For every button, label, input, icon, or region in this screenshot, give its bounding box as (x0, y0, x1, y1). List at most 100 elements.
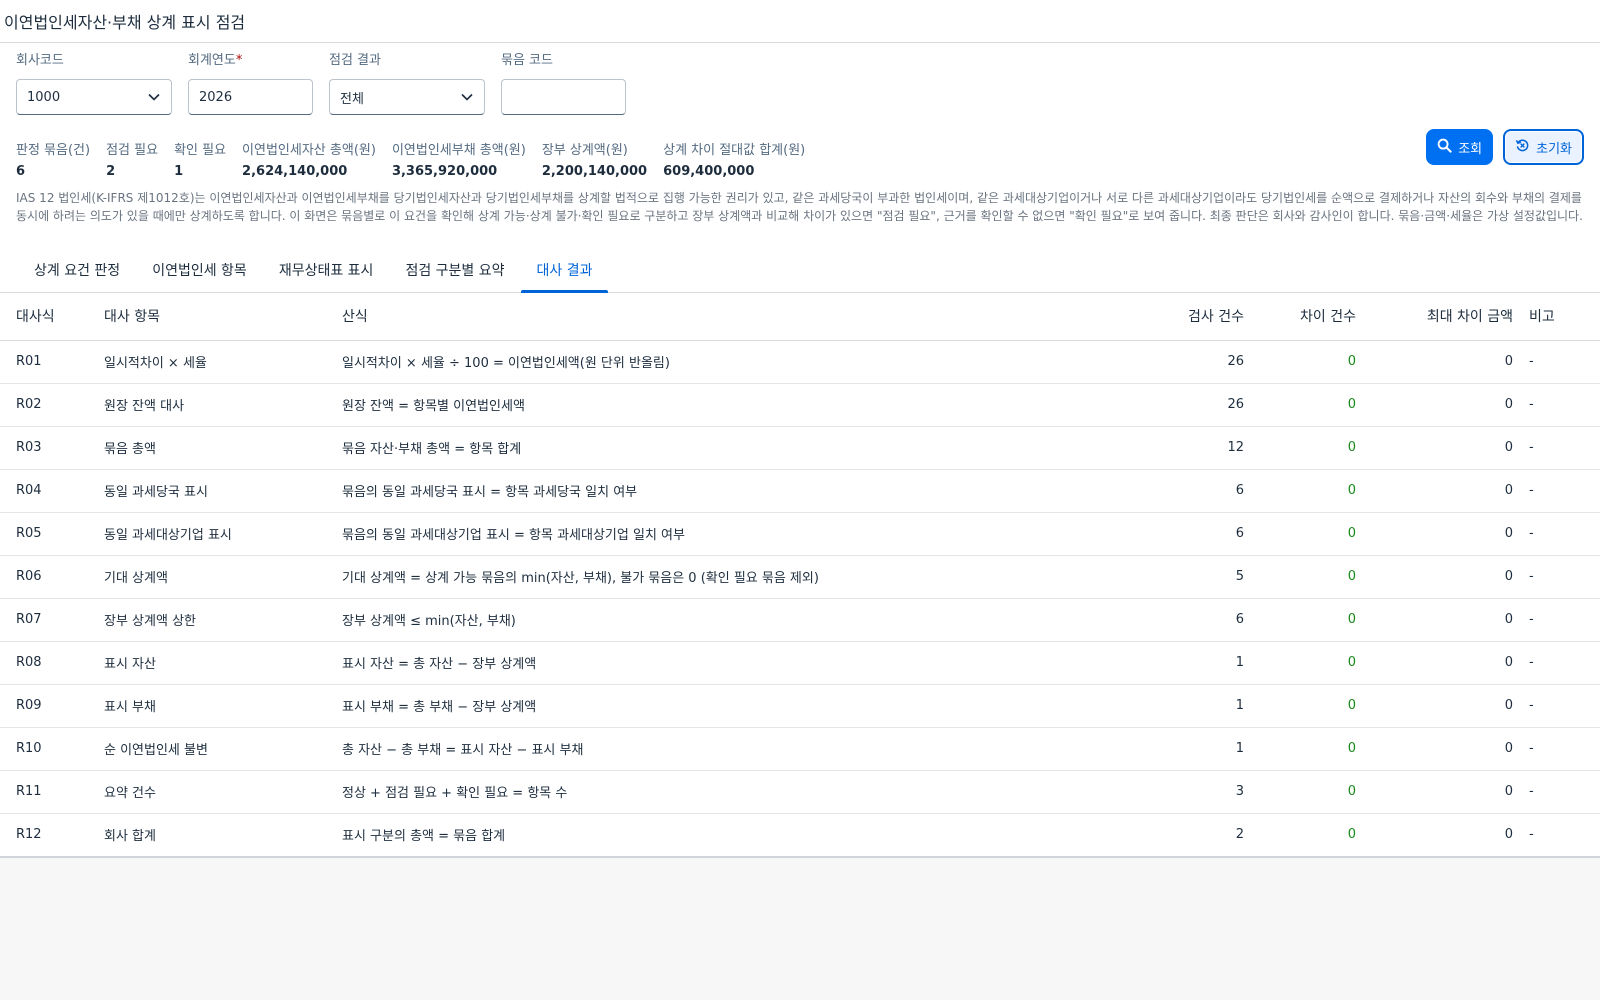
cell-item: 표시 자산 (88, 641, 326, 685)
kpi-strip: 판정 묶음(건) 6 점검 필요 2 확인 필요 1 이연법인세자산 총액(원)… (16, 141, 1584, 183)
check-result-select[interactable]: 전체 (329, 79, 485, 115)
cell-max-diff: 0 (1368, 469, 1525, 513)
kpi-label: 판정 묶음(건) (16, 143, 91, 158)
group-code-filter: 묶음 코드 (501, 52, 626, 115)
header-code[interactable]: 대사식 (0, 293, 88, 341)
kpi-label: 장부 상계액(원) (541, 143, 628, 158)
tab-deferred-tax-items[interactable]: 이연법인세 항목 (136, 248, 263, 292)
fiscal-year-label: 회계연도* (188, 52, 313, 72)
check-result-value: 전체 (340, 91, 364, 107)
filter-bar: 회사코드 1000 회계연도* 2026 점검 결과 전체 묶음 코드 (16, 43, 1584, 115)
cell-item: 장부 상계액 상한 (88, 598, 326, 642)
tab-balance-sheet-presentation[interactable]: 재무상태표 표시 (263, 248, 390, 292)
cell-code: R12 (16, 827, 42, 843)
tab-offset-criteria[interactable]: 상계 요건 판정 (18, 248, 136, 292)
cell-code: R08 (0, 641, 88, 685)
table-row[interactable]: R05 동일 과세대상기업 표시 묶음의 동일 과세대상기업 표시 = 항목 과세대… (0, 512, 1600, 556)
kpi-group-count: 판정 묶음(건) 6 (16, 141, 90, 183)
kpi-value: 1 (174, 164, 184, 179)
cell-formula: 표시 자산 = 총 자산 − 장부 상계액 (326, 641, 1106, 685)
cell-check-count: 6 (1106, 512, 1256, 556)
cell-diff-count: 0 (1256, 340, 1368, 384)
kpi-label: 확인 필요 (174, 143, 227, 158)
cell-item: 표시 부채 (88, 684, 326, 728)
cell-note: - (1525, 641, 1600, 685)
fiscal-year-input[interactable]: 2026 (188, 79, 313, 115)
kpi-offset-diff-abs: 상계 차이 절대값 합계(원) 609,400,000 (663, 141, 805, 183)
fiscal-year-value: 2026 (199, 89, 233, 105)
cell-formula: 장부 상계액 ≤ min(자산, 부채) (326, 598, 1106, 642)
kpi-value: 2 (106, 164, 116, 179)
kpi-value: 2,624,140,000 (242, 164, 348, 179)
table-row[interactable]: R04 동일 과세당국 표시 묶음의 동일 과세당국 표시 = 항목 과세당국 일치… (0, 469, 1600, 513)
reset-button-label: 초기화 (1536, 141, 1572, 157)
header-item[interactable]: 대사 항목 (88, 293, 326, 341)
table-row[interactable]: R02 원장 잔액 대사 원장 잔액 = 항목별 이연법인세액 26 0 0- (0, 383, 1600, 427)
search-button-label: 조회 (1458, 141, 1483, 157)
reconciliation-table: 대사식 대사 항목 산식 검사 건수 차이 건수 최대 차이 금액 비고 R01… (0, 293, 1600, 856)
table-row[interactable]: R12 회사 합계 표시 구분의 총액 = 묶음 합계 2 0 0- (0, 813, 1600, 856)
header-note[interactable]: 비고 (1525, 293, 1600, 341)
check-result-filter: 점검 결과 전체 (329, 52, 485, 115)
cell-formula: 묶음의 동일 과세당국 표시 = 항목 과세당국 일치 여부 (326, 469, 1106, 513)
cell-max-diff: 0 (1368, 770, 1525, 814)
cell-check-count: 1 (1106, 684, 1256, 728)
cell-item: 일시적차이 × 세율 (88, 340, 326, 384)
reconciliation-table-container: 대사식 대사 항목 산식 검사 건수 차이 건수 최대 차이 금액 비고 R01… (0, 293, 1600, 858)
cell-code: R09 (0, 684, 88, 728)
table-row[interactable]: R03 묶음 총액 묶음 자산·부채 총액 = 항목 합계 12 0 0- (0, 426, 1600, 470)
cell-formula: 정상 + 점검 필요 + 확인 필요 = 항목 수 (326, 770, 1106, 814)
table-row[interactable]: R10 순 이연법인세 불변 총 자산 − 총 부채 = 표시 자산 − 표시 부채… (0, 727, 1600, 771)
kpi-value: 609,400,000 (663, 164, 755, 179)
cell-formula: 기대 상계액 = 상계 가능 묶음의 min(자산, 부채), 불가 묶음은 0… (326, 555, 1106, 599)
cell-check-count: 1 (1106, 727, 1256, 771)
kpi-book-offset: 장부 상계액(원) 2,200,140,000 (542, 141, 647, 183)
cell-code: R02 (0, 383, 88, 427)
cell-diff-count: 0 (1256, 383, 1368, 427)
kpi-value: 6 (16, 164, 26, 179)
tab-summary-by-category[interactable]: 점검 구분별 요약 (389, 248, 520, 292)
cell-code: R10 (0, 727, 88, 771)
header-diff-count[interactable]: 차이 건수 (1256, 293, 1368, 341)
title-bar: 이연법인세자산·부채 상계 표시 점검 (0, 0, 1600, 43)
table-row[interactable]: R01 일시적차이 × 세율 일시적차이 × 세율 ÷ 100 = 이연법인세액(원… (0, 340, 1600, 384)
company-code-select[interactable]: 1000 (16, 79, 172, 115)
fiscal-year-label-text: 회계연도 (188, 53, 236, 68)
table-row[interactable]: R11 요약 건수 정상 + 점검 필요 + 확인 필요 = 항목 수300- (0, 770, 1600, 814)
cell-max-diff: 0 (1368, 512, 1525, 556)
header-check-count[interactable]: 검사 건수 (1106, 293, 1256, 341)
kpi-dtl-total: 이연법인세부채 총액(원) 3,365,920,000 (392, 141, 526, 183)
cell-note: - (1525, 383, 1600, 427)
cell-note: - (1525, 727, 1600, 771)
cell-item: 동일 과세대상기업 표시 (88, 512, 326, 556)
cell-note: - (1525, 340, 1600, 384)
cell-diff-count: 0 (1256, 770, 1368, 814)
cell-note: - (1525, 512, 1600, 556)
cell-code: R05 (0, 512, 88, 556)
cell-note: - (1525, 770, 1600, 814)
table-row[interactable]: R06 기대 상계액 기대 상계액 = 상계 가능 묶음의 min(자산, 부채),… (0, 555, 1600, 599)
cell-formula: 표시 부채 = 총 부채 − 장부 상계액 (326, 684, 1106, 728)
header-formula[interactable]: 산식 (326, 293, 1106, 341)
cell-note: - (1525, 684, 1600, 728)
company-code-filter: 회사코드 1000 (16, 52, 172, 115)
cell-item: 원장 잔액 대사 (88, 383, 326, 427)
cell-diff-count: 0 (1256, 426, 1368, 470)
cell-note: - (1525, 555, 1600, 599)
group-code-input[interactable] (501, 79, 626, 115)
table-header-row: 대사식 대사 항목 산식 검사 건수 차이 건수 최대 차이 금액 비고 (0, 293, 1600, 341)
tab-reconciliation-results[interactable]: 대사 결과 (520, 248, 609, 293)
cell-note: - (1525, 469, 1600, 513)
reset-button[interactable]: 초기화 (1503, 129, 1584, 165)
cell-check-count: 3 (1106, 770, 1256, 814)
check-result-label: 점검 결과 (329, 53, 381, 68)
cell-item: 묶음 총액 (88, 426, 326, 470)
table-row[interactable]: R07 장부 상계액 상한 장부 상계액 ≤ min(자산, 부채) 6 0 0- (0, 598, 1600, 642)
search-button[interactable]: 조회 (1426, 129, 1494, 165)
table-row[interactable]: R08 표시 자산 표시 자산 = 총 자산 − 장부 상계액 1 0 0- (0, 641, 1600, 685)
kpi-label: 점검 필요 (106, 143, 159, 158)
table-row[interactable]: R09 표시 부채 표시 부채 = 총 부채 − 장부 상계액 1 0 0- (0, 684, 1600, 728)
kpi-value: 3,365,920,000 (391, 164, 498, 179)
header-max-diff[interactable]: 최대 차이 금액 (1368, 293, 1525, 341)
cell-check-count: 2 (1235, 827, 1244, 843)
